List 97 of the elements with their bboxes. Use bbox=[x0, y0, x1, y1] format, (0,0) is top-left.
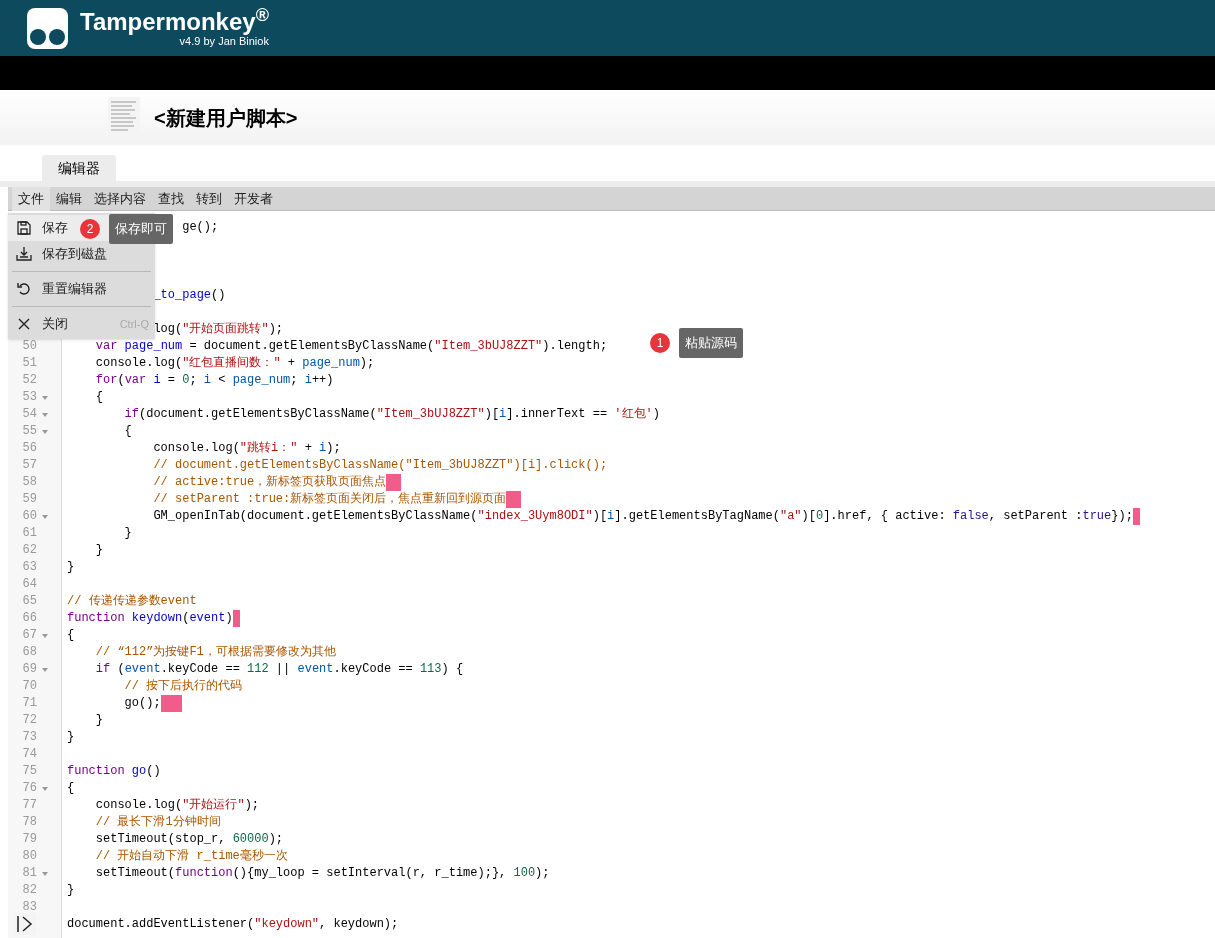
menu-item[interactable]: 查找 bbox=[152, 186, 190, 211]
code-line: { bbox=[95, 389, 103, 406]
code-line: // 传递传递参数event bbox=[67, 593, 197, 610]
line-number: 63 bbox=[21, 559, 37, 576]
fold-arrow-icon[interactable] bbox=[42, 395, 48, 400]
code-line: { bbox=[67, 780, 75, 797]
line-number: 81 bbox=[21, 865, 37, 882]
code-line: if(document.getElementsByClassName("Item_3bUJ8ZZT")[i].innerText == '红包') bbox=[124, 406, 660, 423]
fold-arrow-icon[interactable] bbox=[42, 871, 48, 876]
step-badge: 1 bbox=[650, 333, 670, 353]
line-number: 82 bbox=[21, 882, 37, 899]
code-line: { bbox=[124, 423, 132, 440]
menu-item[interactable]: 选择内容 bbox=[88, 186, 152, 211]
code-line: // active:true，新标签页获取页面焦点 bbox=[153, 474, 387, 491]
line-number: 77 bbox=[21, 797, 37, 814]
line-number: 50 bbox=[21, 338, 37, 355]
code-line: // setParent :true:新标签页面关闭后，焦点重新回到源页面 bbox=[153, 491, 507, 508]
line-number: 57 bbox=[21, 457, 37, 474]
code-line: console.log("红包直播间数：" + page_num); bbox=[95, 355, 375, 372]
line-number: 67 bbox=[21, 627, 37, 644]
line-number: 61 bbox=[21, 525, 37, 542]
fold-arrow-icon[interactable] bbox=[42, 429, 48, 434]
editor-tab[interactable]: 编辑器 bbox=[42, 155, 116, 181]
line-number: 72 bbox=[21, 712, 37, 729]
app-title: Tampermonkey$^{®}$ bbox=[80, 9, 269, 34]
line-number: 62 bbox=[21, 542, 37, 559]
code-line: ge(); bbox=[182, 219, 219, 236]
code-line: setTimeout(stop_r, 60000); bbox=[95, 831, 284, 848]
save-icon bbox=[17, 221, 31, 235]
line-number: 53 bbox=[21, 389, 37, 406]
line-number: 68 bbox=[21, 644, 37, 661]
fold-arrow-icon[interactable] bbox=[42, 667, 48, 672]
line-number: 54 bbox=[21, 406, 37, 423]
code-line: // “112”为按键F1，可根据需要修改为其他 bbox=[95, 644, 336, 661]
line-number: 58 bbox=[21, 474, 37, 491]
code-line: } bbox=[67, 729, 75, 746]
code-line: GM_openInTab(document.getElementsByClassName("index_3Uym8ODI")[i].getElementsByTagName("a")[0].href, { active: false, setParent :true}); bbox=[153, 508, 1133, 525]
line-number: 64 bbox=[21, 576, 37, 593]
code-line: // 开始自动下滑 r_time毫秒一次 bbox=[95, 848, 288, 865]
code-line: // 最长下滑1分钟时间 bbox=[95, 814, 221, 831]
code-line: } bbox=[67, 882, 75, 899]
menu-item[interactable]: 文件 bbox=[12, 186, 50, 211]
line-number: 73 bbox=[21, 729, 37, 746]
line-number: 52 bbox=[21, 372, 37, 389]
code-line: { bbox=[67, 627, 75, 644]
code-line: for(var i = 0; i < page_num; i++) bbox=[95, 372, 334, 389]
fold-arrow-icon[interactable] bbox=[42, 514, 48, 519]
menu-entry[interactable]: 重置编辑器 bbox=[8, 276, 155, 302]
code-line: } bbox=[95, 542, 103, 559]
line-number: 78 bbox=[21, 814, 37, 831]
line-number: 51 bbox=[21, 355, 37, 372]
line-number: 76 bbox=[21, 780, 37, 797]
code-line: function go() bbox=[67, 763, 161, 780]
fold-arrow-icon[interactable] bbox=[42, 786, 48, 791]
code-line: var page_num = document.getElementsByClassName("Item_3bUJ8ZZT").length; bbox=[95, 338, 608, 355]
tooltip: 粘贴源码 bbox=[679, 328, 743, 358]
code-line: go(); bbox=[124, 695, 161, 712]
close-icon bbox=[18, 318, 30, 330]
code-line: // document.getElementsByClassName("Item_3bUJ8ZZT")[i].click(); bbox=[153, 457, 608, 474]
code-line: } bbox=[124, 525, 132, 542]
code-line: // 按下后执行的代码 bbox=[124, 678, 243, 695]
line-number: 79 bbox=[21, 831, 37, 848]
line-number: 59 bbox=[21, 491, 37, 508]
line-number: 66 bbox=[21, 610, 37, 627]
code-line: console.log("跳转i：" + i); bbox=[153, 440, 341, 457]
menu-item[interactable]: 编辑 bbox=[50, 186, 88, 211]
download-icon bbox=[16, 247, 32, 261]
code-line: function keydown(event) bbox=[67, 610, 233, 627]
fold-arrow-icon[interactable] bbox=[42, 412, 48, 417]
line-number: 80 bbox=[21, 848, 37, 865]
code-line: } bbox=[67, 559, 75, 576]
code-line: log("开始页面跳转"); bbox=[153, 321, 284, 338]
line-number: 70 bbox=[21, 678, 37, 695]
undo-icon bbox=[17, 282, 31, 296]
line-number: 83 bbox=[21, 899, 37, 916]
line-number: 71 bbox=[21, 695, 37, 712]
fold-arrow-icon[interactable] bbox=[42, 633, 48, 638]
menu-item[interactable]: 转到 bbox=[190, 186, 228, 211]
code-line: _to_page() bbox=[153, 287, 226, 304]
script-title: <新建用户脚本> bbox=[154, 105, 298, 131]
code-line: } bbox=[95, 712, 103, 729]
code-line: setTimeout(function(){my_loop = setInterval(r, r_time);}, 100); bbox=[95, 865, 550, 882]
version-text: v4.9 by Jan Biniok bbox=[179, 35, 269, 47]
line-number: 60 bbox=[21, 508, 37, 525]
line-number: 74 bbox=[21, 746, 37, 763]
tooltip: 保存即可 bbox=[109, 214, 173, 244]
code-line: document.addEventListener("keydown", keydown); bbox=[67, 916, 399, 933]
line-number: 56 bbox=[21, 440, 37, 457]
menu-item[interactable]: 开发者 bbox=[228, 186, 279, 211]
menu-entry[interactable]: 保存到磁盘 bbox=[8, 241, 155, 267]
line-number: 55 bbox=[21, 423, 37, 440]
line-number: 75 bbox=[21, 763, 37, 780]
line-number: 69 bbox=[21, 661, 37, 678]
code-line: console.log("开始运行"); bbox=[95, 797, 260, 814]
code-line: if (event.keyCode == 112 || event.keyCode == 113) { bbox=[95, 661, 464, 678]
logo-icon bbox=[27, 7, 68, 49]
line-number: 65 bbox=[21, 593, 37, 610]
